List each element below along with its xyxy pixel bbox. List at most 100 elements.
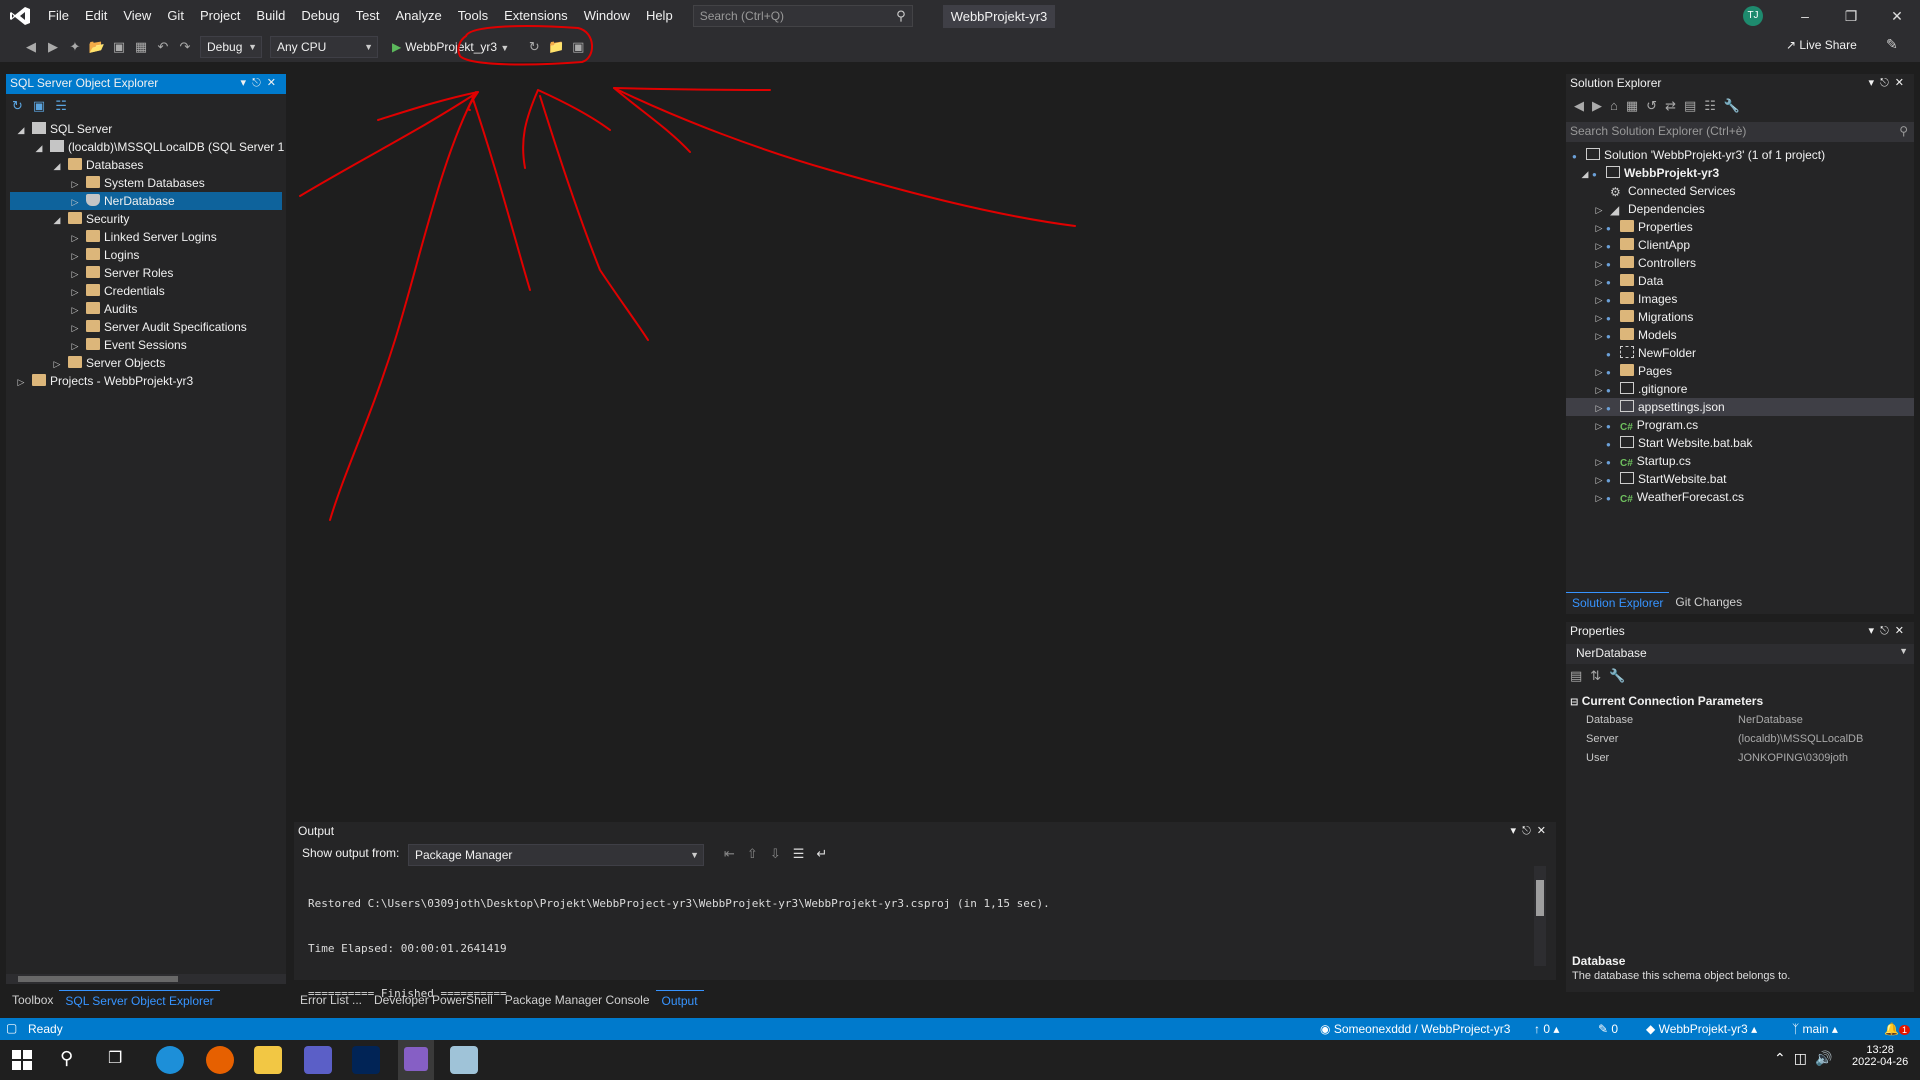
expand-icon[interactable]: ▷ [1592, 417, 1606, 435]
scrollbar-thumb[interactable] [1536, 880, 1544, 916]
menu-help[interactable]: Help [638, 0, 681, 32]
start-debugging-button[interactable]: ▶ WebbProjekt_yr3 ▼ [386, 36, 515, 58]
menu-analyze[interactable]: Analyze [387, 0, 449, 32]
properties-icon[interactable]: 🔧 [1724, 98, 1748, 113]
expand-icon[interactable]: ▷ [1592, 273, 1606, 291]
panel-controls[interactable]: ▾⎋✕ [1869, 624, 1910, 638]
refresh-icon[interactable]: ↻ [523, 36, 545, 58]
tree-node-linked-server-logins[interactable]: ▷ Linked Server Logins [68, 228, 217, 246]
sol-item-start-website-bak[interactable]: ● Start Website.bat.bak [1606, 434, 1753, 452]
home-icon[interactable]: ⌂ [1610, 98, 1626, 113]
tree-node-nerdatabase[interactable]: ▷ NerDatabase [10, 192, 282, 210]
repository-button[interactable]: ◉ Someonexddd / WebbProject-yr3 [1320, 1022, 1510, 1036]
sol-item-weatherforecast-cs[interactable]: ▷ ● C# WeatherForecast.cs [1592, 488, 1744, 506]
expand-icon[interactable]: ▷ [14, 373, 28, 391]
menu-build[interactable]: Build [248, 0, 293, 32]
expand-icon[interactable]: ▷ [1592, 489, 1606, 507]
panel-title-bar[interactable]: SQL Server Object Explorer ▾⎋✕ [6, 74, 286, 94]
edge-browser-icon[interactable] [156, 1046, 184, 1074]
expand-icon[interactable]: ▷ [68, 247, 82, 265]
sol-item-startup-cs[interactable]: ▷ ● C# Startup.cs [1592, 452, 1691, 470]
menu-extensions[interactable]: Extensions [496, 0, 576, 32]
output-source-dropdown[interactable]: Package Manager ▼ [408, 844, 704, 866]
show-all-files-icon[interactable]: ☷ [1704, 98, 1724, 113]
collapse-all-icon[interactable]: ▤ [1684, 98, 1704, 113]
expand-icon[interactable]: ▷ [68, 229, 82, 247]
property-row-user[interactable]: User JONKOPING\0309joth [1566, 750, 1914, 769]
menu-project[interactable]: Project [192, 0, 248, 32]
expand-icon[interactable]: ▷ [68, 301, 82, 319]
sol-item-clientapp[interactable]: ▷ ● ClientApp [1592, 236, 1690, 254]
collapse-icon[interactable]: ◢ [50, 211, 64, 229]
property-row-server[interactable]: Server (localdb)\MSSQLLocalDB [1566, 731, 1914, 750]
save-icon[interactable]: ▣ [108, 36, 130, 58]
find-message-icon[interactable]: ⇤ [724, 846, 747, 861]
firefox-icon[interactable] [206, 1046, 234, 1074]
vertical-scrollbar[interactable] [1534, 866, 1546, 966]
sync-icon[interactable]: ⇄ [1665, 98, 1684, 113]
pending-changes[interactable]: ✎ 0 [1598, 1022, 1618, 1036]
sol-item-appsettings[interactable]: ▷ ● appsettings.json [1566, 398, 1914, 416]
screenshot-icon[interactable]: ▣ [567, 36, 589, 58]
properties-object-dropdown[interactable]: NerDatabase ▼ [1566, 644, 1914, 664]
sol-item-dependencies[interactable]: ▷ ◢ Dependencies [1592, 200, 1705, 218]
sol-item-pages[interactable]: ▷ ● Pages [1592, 362, 1672, 380]
expand-icon[interactable]: ▷ [1592, 399, 1606, 417]
visual-studio-taskbar-active[interactable] [398, 1040, 434, 1080]
expand-icon[interactable]: ▷ [68, 265, 82, 283]
sol-item-startwebsite-bat[interactable]: ▷ ● StartWebsite.bat [1592, 470, 1727, 488]
panel-controls[interactable]: ▾⎋✕ [1869, 76, 1910, 90]
tree-node-server-roles[interactable]: ▷ Server Roles [68, 264, 173, 282]
expand-icon[interactable]: ▷ [1592, 201, 1606, 219]
search-input[interactable]: Search (Ctrl+Q) ⚲ [692, 5, 913, 27]
tree-node-projects[interactable]: ▷ Projects - WebbProjekt-yr3 [14, 372, 193, 390]
windows-start-icon[interactable] [12, 1050, 32, 1070]
menu-debug[interactable]: Debug [293, 0, 347, 32]
expand-icon[interactable]: ▷ [1592, 291, 1606, 309]
file-explorer-icon[interactable] [254, 1046, 282, 1074]
panel-title-bar[interactable]: Output ▾⎋✕ [294, 822, 1556, 842]
menu-file[interactable]: File [40, 0, 77, 32]
tree-node-logins[interactable]: ▷ Logins [68, 246, 139, 264]
add-server-icon[interactable]: ▣ [33, 98, 55, 113]
collapse-icon[interactable]: ◢ [32, 139, 46, 157]
expand-icon[interactable]: ▷ [68, 175, 82, 193]
expand-icon[interactable]: ▷ [68, 337, 82, 355]
horizontal-scrollbar[interactable] [6, 974, 286, 984]
expand-icon[interactable]: ▷ [1592, 471, 1606, 489]
tree-node-credentials[interactable]: ▷ Credentials [68, 282, 165, 300]
filter-icon[interactable]: ☵ [55, 98, 77, 113]
panel-title-bar[interactable]: Solution Explorer ▾⎋✕ [1566, 74, 1914, 94]
tree-node-server-objects[interactable]: ▷ Server Objects [50, 354, 165, 372]
expand-icon[interactable]: ▷ [1592, 255, 1606, 273]
expand-icon[interactable]: ▷ [68, 319, 82, 337]
expand-icon[interactable]: ▷ [1592, 309, 1606, 327]
notifications-button[interactable]: 🔔 1 [1884, 1022, 1910, 1036]
navigate-forward-icon[interactable]: ▶ [42, 36, 64, 58]
property-row-database[interactable]: Database NerDatabase [1566, 712, 1914, 731]
close-icon[interactable]: ✕ [1874, 0, 1920, 32]
panel-title-bar[interactable]: Properties ▾⎋✕ [1566, 622, 1914, 642]
solution-search-input[interactable]: Search Solution Explorer (Ctrl+è) ⚲ [1566, 122, 1914, 142]
expand-icon[interactable]: ▷ [1592, 381, 1606, 399]
live-share-button[interactable]: ↗ Live Share [1786, 38, 1857, 52]
redo-icon[interactable]: ↷ [174, 36, 196, 58]
sol-item-data[interactable]: ▷ ● Data [1592, 272, 1663, 290]
solution-platform-dropdown[interactable]: Any CPU ▼ [270, 36, 378, 58]
history-icon[interactable]: ↺ [1646, 98, 1665, 113]
scrollbar-thumb[interactable] [18, 976, 178, 982]
sol-item-newfolder[interactable]: ● NewFolder [1606, 344, 1696, 362]
property-category[interactable]: ⊟ Current Connection Parameters [1570, 694, 1763, 708]
folder-icon[interactable]: 📁 [545, 36, 567, 58]
minimize-icon[interactable]: – [1782, 0, 1828, 32]
clock[interactable]: 13:28 2022-04-26 [1852, 1044, 1908, 1068]
property-pages-icon[interactable]: 🔧 [1609, 668, 1633, 683]
expand-icon[interactable]: ▷ [1592, 327, 1606, 345]
tab-toolbox[interactable]: Toolbox [6, 990, 59, 1012]
menu-git[interactable]: Git [159, 0, 192, 32]
undo-icon[interactable]: ↶ [152, 36, 174, 58]
expand-icon[interactable]: ▷ [1592, 237, 1606, 255]
tab-git-changes[interactable]: Git Changes [1669, 592, 1748, 614]
refresh-icon[interactable]: ↻ [12, 98, 33, 113]
collapse-icon[interactable]: ◢ [50, 157, 64, 175]
